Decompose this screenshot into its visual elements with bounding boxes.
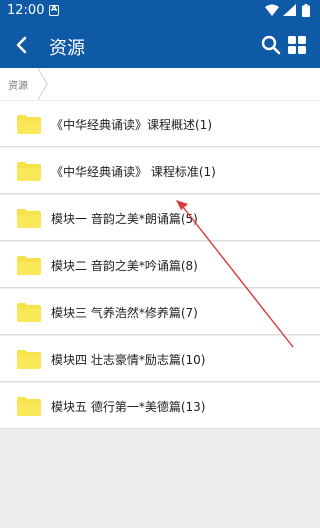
list-item[interactable]: 模块二 音韵之美*吟诵篇(8): [0, 242, 320, 288]
list-item-label: 模块一 音韵之美*朗诵篇(5): [51, 212, 198, 226]
folder-icon: [17, 256, 41, 275]
page-title: 资源: [49, 38, 85, 59]
list-item-label: 《中华经典诵读》 课程标准(1): [51, 165, 216, 179]
folder-icon: [17, 115, 41, 134]
list-item[interactable]: 《中华经典诵读》课程概述(1): [0, 101, 320, 147]
search-icon[interactable]: [261, 35, 281, 55]
list-item-label: 模块五 德行第一*美德篇(13): [51, 400, 206, 414]
signal-icon: [283, 4, 296, 16]
folder-icon: [17, 303, 41, 322]
back-arrow-icon[interactable]: [13, 34, 31, 56]
list-item[interactable]: 模块一 音韵之美*朗诵篇(5): [0, 195, 320, 241]
resource-list: 《中华经典诵读》课程概述(1) 《中华经典诵读》 课程标准(1) 模块一 音韵之…: [0, 101, 320, 430]
battery-icon: [302, 4, 310, 17]
list-item[interactable]: 模块五 德行第一*美德篇(13): [0, 383, 320, 429]
list-item[interactable]: 模块四 壮志豪情*励志篇(10): [0, 336, 320, 382]
list-item[interactable]: 《中华经典诵读》 课程标准(1): [0, 148, 320, 194]
status-time: 12:00: [7, 3, 45, 18]
folder-icon: [17, 397, 41, 416]
app-bar: 资源: [0, 22, 320, 68]
folder-icon: [17, 162, 41, 181]
grid-menu-icon[interactable]: [288, 36, 306, 54]
wifi-icon: [265, 4, 279, 16]
breadcrumb[interactable]: 资源: [0, 68, 48, 100]
list-item-label: 模块三 气养浩然*修养篇(7): [51, 306, 198, 320]
list-item[interactable]: 模块三 气养浩然*修养篇(7): [0, 289, 320, 335]
notification-letter: A: [51, 4, 58, 13]
list-item-label: 模块二 音韵之美*吟诵篇(8): [51, 259, 198, 273]
folder-icon: [17, 209, 41, 228]
breadcrumb-chevron-icon: [37, 68, 48, 100]
top-bar: 12:00 A 资源: [0, 0, 320, 68]
breadcrumb-label: 资源: [8, 81, 28, 92]
breadcrumb-bar: 资源: [0, 68, 320, 100]
notification-icon: A: [49, 4, 59, 16]
folder-icon: [17, 350, 41, 369]
list-item-label: 模块四 壮志豪情*励志篇(10): [51, 353, 206, 367]
status-bar: 12:00 A: [0, 0, 320, 22]
list-item-label: 《中华经典诵读》课程概述(1): [51, 118, 212, 132]
